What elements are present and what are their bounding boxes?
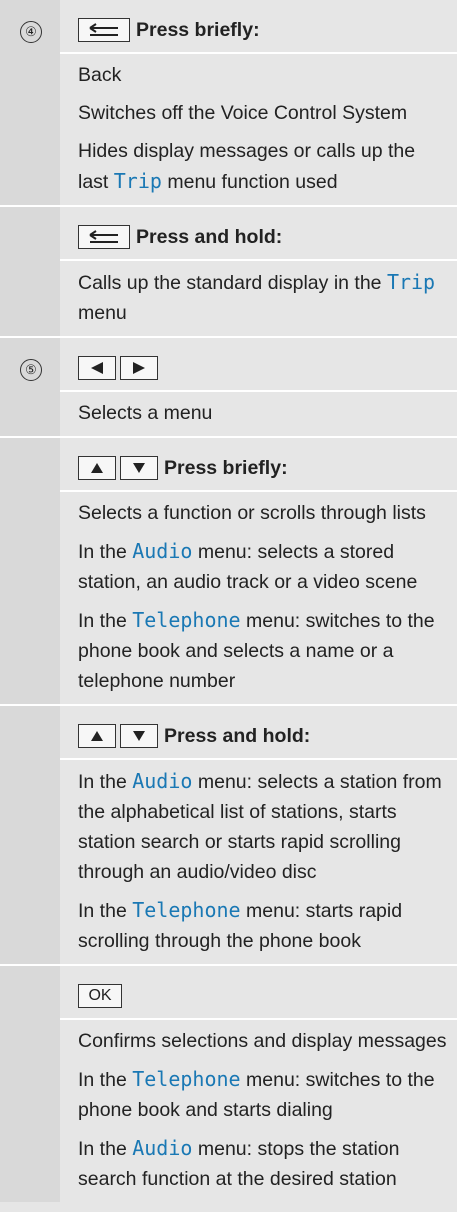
desc-line: Switches off the Voice Control System bbox=[78, 102, 408, 124]
button-header bbox=[60, 338, 457, 392]
row-number-cell: ⑤ bbox=[0, 338, 60, 436]
row-description: Calls up the standard display in the Tri… bbox=[60, 261, 457, 336]
back-button-icon bbox=[78, 18, 130, 42]
button-header: Press and hold: bbox=[60, 207, 457, 261]
desc-line: In the Telephone menu: switches to the p… bbox=[78, 608, 435, 692]
menu-name: Audio bbox=[132, 1136, 193, 1160]
row-5: ⑤ Selects a menu bbox=[0, 338, 457, 438]
row-description: Back Switches off the Voice Control Syst… bbox=[60, 54, 457, 205]
row-number-cell bbox=[0, 706, 60, 964]
menu-name: Telephone bbox=[132, 1067, 241, 1091]
row-body: Press and hold: In the Audio menu: selec… bbox=[60, 706, 457, 964]
button-header: Press briefly: bbox=[60, 438, 457, 492]
row-body: Press briefly: Selects a function or scr… bbox=[60, 438, 457, 704]
row-4b: Press and hold: Calls up the standard di… bbox=[0, 207, 457, 338]
back-button-icon bbox=[78, 225, 130, 249]
desc-line: In the Telephone menu: starts rapid scro… bbox=[78, 898, 403, 952]
row-body: OK Confirms selections and display messa… bbox=[60, 966, 457, 1202]
row-number-cell bbox=[0, 966, 60, 1202]
press-and-hold-label: Press and hold: bbox=[164, 724, 311, 747]
desc-line: In the Telephone menu: switches to the p… bbox=[78, 1067, 435, 1121]
desc-line: Calls up the standard display in the Tri… bbox=[78, 270, 436, 324]
ok-button-icon: OK bbox=[78, 984, 122, 1008]
up-triangle-icon bbox=[78, 456, 116, 480]
row-body: Press briefly: Back Switches off the Voi… bbox=[60, 0, 457, 205]
button-header: Press briefly: bbox=[60, 0, 457, 54]
desc-line: Confirms selections and display messages bbox=[78, 1030, 447, 1052]
desc-line: Hides display messages or calls up the l… bbox=[78, 140, 416, 193]
row-number-cell bbox=[0, 207, 60, 336]
up-triangle-icon bbox=[78, 724, 116, 748]
desc-line: Selects a menu bbox=[78, 402, 213, 424]
menu-name: Telephone bbox=[132, 898, 241, 922]
desc-line: Back bbox=[78, 64, 122, 86]
right-triangle-icon bbox=[120, 356, 158, 380]
button-header: Press and hold: bbox=[60, 706, 457, 760]
row-description: Confirms selections and display messages… bbox=[60, 1020, 457, 1202]
row-body: Press and hold: Calls up the standard di… bbox=[60, 207, 457, 336]
desc-line: In the Audio menu: selects a stored stat… bbox=[78, 539, 418, 593]
menu-name: Telephone bbox=[132, 608, 241, 632]
menu-name: Trip bbox=[386, 270, 436, 294]
menu-name: Audio bbox=[132, 539, 193, 563]
row-body: Selects a menu bbox=[60, 338, 457, 436]
row-number-cell bbox=[0, 438, 60, 704]
row-5c: Press and hold: In the Audio menu: selec… bbox=[0, 706, 457, 966]
row-number-cell: ④ bbox=[0, 0, 60, 205]
row-description: Selects a menu bbox=[60, 392, 457, 436]
row-number-5: ⑤ bbox=[20, 359, 42, 381]
menu-name: Audio bbox=[132, 769, 193, 793]
desc-line: In the Audio menu: selects a station fro… bbox=[78, 769, 442, 883]
desc-line: In the Audio menu: stops the station sea… bbox=[78, 1136, 400, 1190]
button-header: OK bbox=[60, 966, 457, 1020]
row-5d: OK Confirms selections and display messa… bbox=[0, 966, 457, 1202]
down-triangle-icon bbox=[120, 456, 158, 480]
row-number-4: ④ bbox=[20, 21, 42, 43]
menu-name: Trip bbox=[113, 169, 162, 193]
press-and-hold-label: Press and hold: bbox=[136, 225, 283, 248]
press-briefly-label: Press briefly: bbox=[164, 456, 288, 479]
press-briefly-label: Press briefly: bbox=[136, 18, 260, 41]
row-4: ④ Press briefly: Back Switches off the V… bbox=[0, 0, 457, 207]
desc-line: Selects a function or scrolls through li… bbox=[78, 502, 426, 524]
down-triangle-icon bbox=[120, 724, 158, 748]
left-triangle-icon bbox=[78, 356, 116, 380]
steering-wheel-buttons-table: ④ Press briefly: Back Switches off the V… bbox=[0, 0, 457, 1212]
row-description: Selects a function or scrolls through li… bbox=[60, 492, 457, 704]
row-description: In the Audio menu: selects a station fro… bbox=[60, 760, 457, 964]
row-5b: Press briefly: Selects a function or scr… bbox=[0, 438, 457, 706]
